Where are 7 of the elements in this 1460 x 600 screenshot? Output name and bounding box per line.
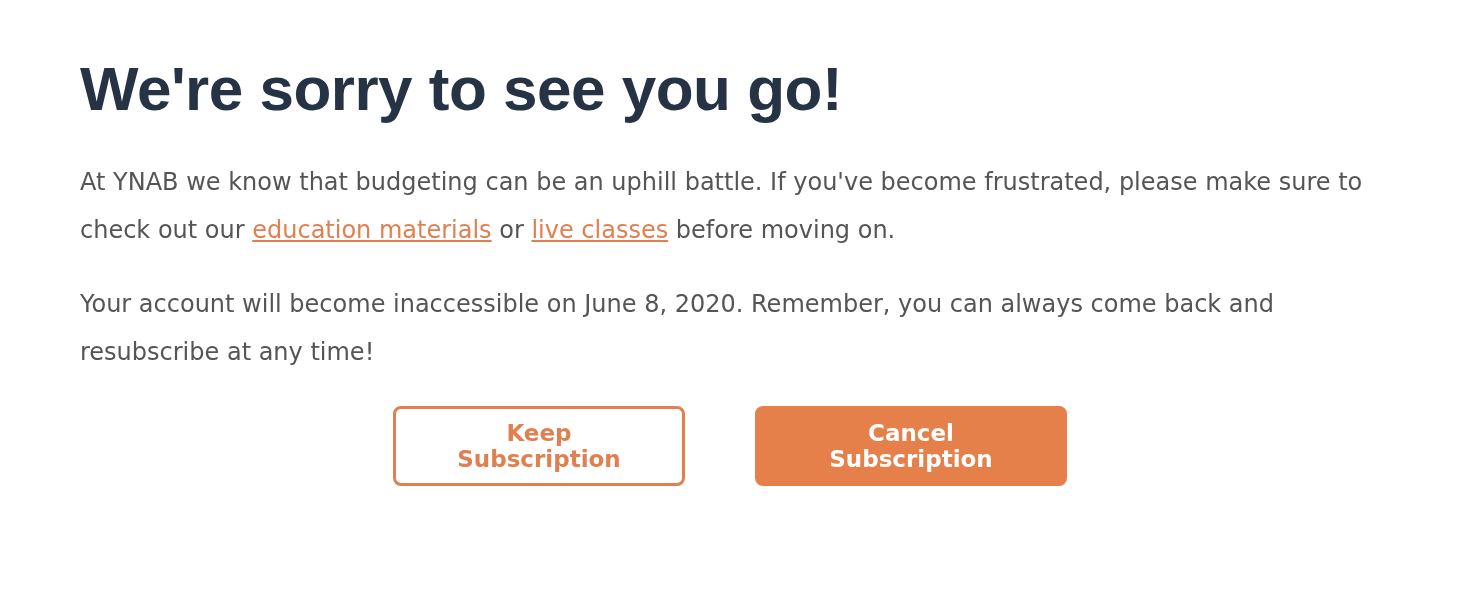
- page-title: We're sorry to see you go!: [80, 53, 844, 125]
- link[interactable]: live classes: [531, 216, 669, 245]
- cancel-button[interactable]: Cancel Subscription: [755, 406, 1067, 487]
- keep-button[interactable]: Keep Subscription: [393, 406, 685, 487]
- paragraph: At YNAB we know that budgeting can be an uphill battle. If you've become frustrated, please make sure to check out our education materials or live classes before moving on.: [80, 167, 1364, 247]
- link[interactable]: education materials: [252, 216, 492, 245]
- paragraph: Your account will become inaccessible on June 8, 2020. Remember, you can always come back and resubscribe at any time!: [80, 289, 1275, 369]
